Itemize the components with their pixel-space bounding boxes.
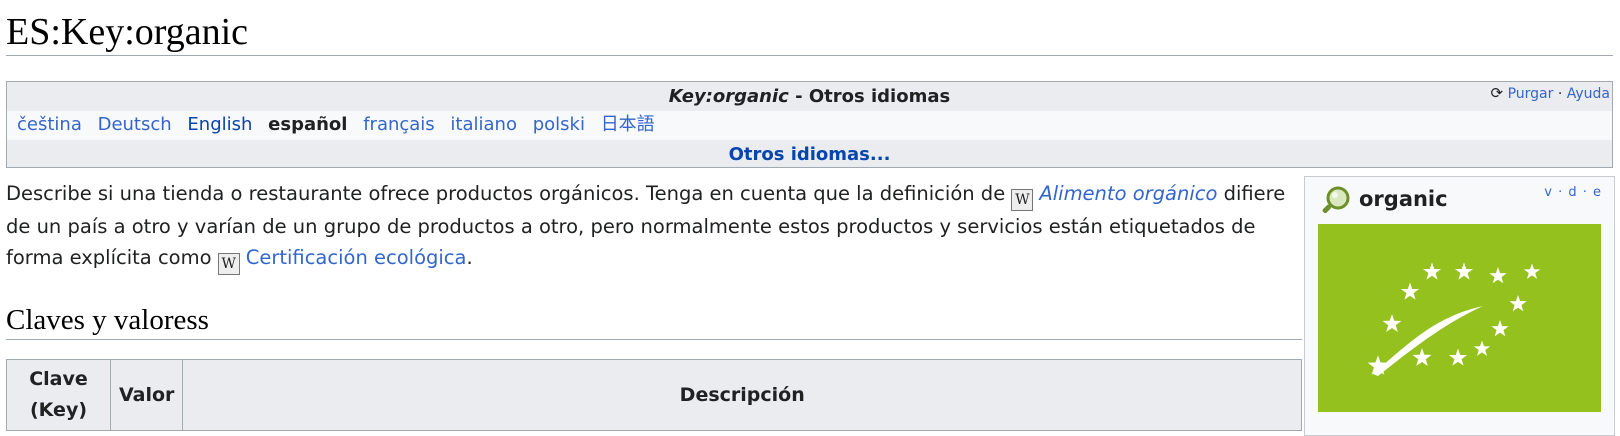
keys-values-table: Clave (Key) Valor Descripción [6,359,1302,431]
separator-dot: · [1557,86,1563,102]
language-current-es: español [268,114,348,135]
description-text-3: . [466,246,473,269]
alimento-organico-link[interactable]: Alimento orgánico [1039,182,1217,205]
section-divider [6,339,1302,340]
eu-organic-logo [1318,224,1601,412]
language-link-cs[interactable]: čeština [17,114,82,135]
table-header-row: Clave (Key) Valor Descripción [6,359,1302,431]
help-link[interactable]: Ayuda [1567,86,1610,102]
description-paragraph: Describe si una tienda o restaurante ofr… [6,178,1302,275]
column-header-description: Descripción [182,359,1302,431]
infobox-title: organic [1359,187,1448,211]
wiki-page: ES:Key:organic Key:organic - Otros idiom… [0,0,1620,436]
language-link-de[interactable]: Deutsch [98,114,172,135]
description-text-1: Describe si una tienda o restaurante ofr… [6,182,1012,205]
magnifier-icon [1322,186,1350,214]
section-heading: Claves y valoress [6,304,209,336]
language-box-header-text: - Otros idiomas [788,86,951,107]
column-header-key: Clave (Key) [6,359,111,431]
language-box-key-link[interactable]: Key:organic [669,86,789,107]
purge-link[interactable]: Purgar [1508,86,1554,102]
language-link-en[interactable]: English [187,114,252,135]
language-link-it[interactable]: italiano [450,114,517,135]
language-box-header: Key:organic - Otros idiomas ⟳ Purgar · A… [7,82,1612,111]
page-title: ES:Key:organic [6,11,249,53]
wikipedia-icon: W [217,253,240,275]
refresh-icon[interactable]: ⟳ [1491,84,1504,102]
title-divider [6,55,1613,56]
purge-help-links: ⟳ Purgar · Ayuda [1491,82,1610,105]
language-link-pl[interactable]: polski [533,114,585,135]
language-list: čeština Deutsch English español français… [7,111,1612,140]
infobox-vde-links[interactable]: v · d · e [1544,185,1602,200]
wikipedia-icon: W [1011,189,1034,211]
language-box: Key:organic - Otros idiomas ⟳ Purgar · A… [6,81,1613,168]
language-link-ja[interactable]: 日本語 [601,114,655,135]
key-infobox: organic v · d · e [1304,176,1615,436]
certificacion-ecologica-link[interactable]: Certificación ecológica [246,246,467,269]
language-link-fr[interactable]: français [363,114,434,135]
column-header-value: Valor [109,359,184,431]
more-languages-link[interactable]: Otros idiomas... [7,140,1612,167]
